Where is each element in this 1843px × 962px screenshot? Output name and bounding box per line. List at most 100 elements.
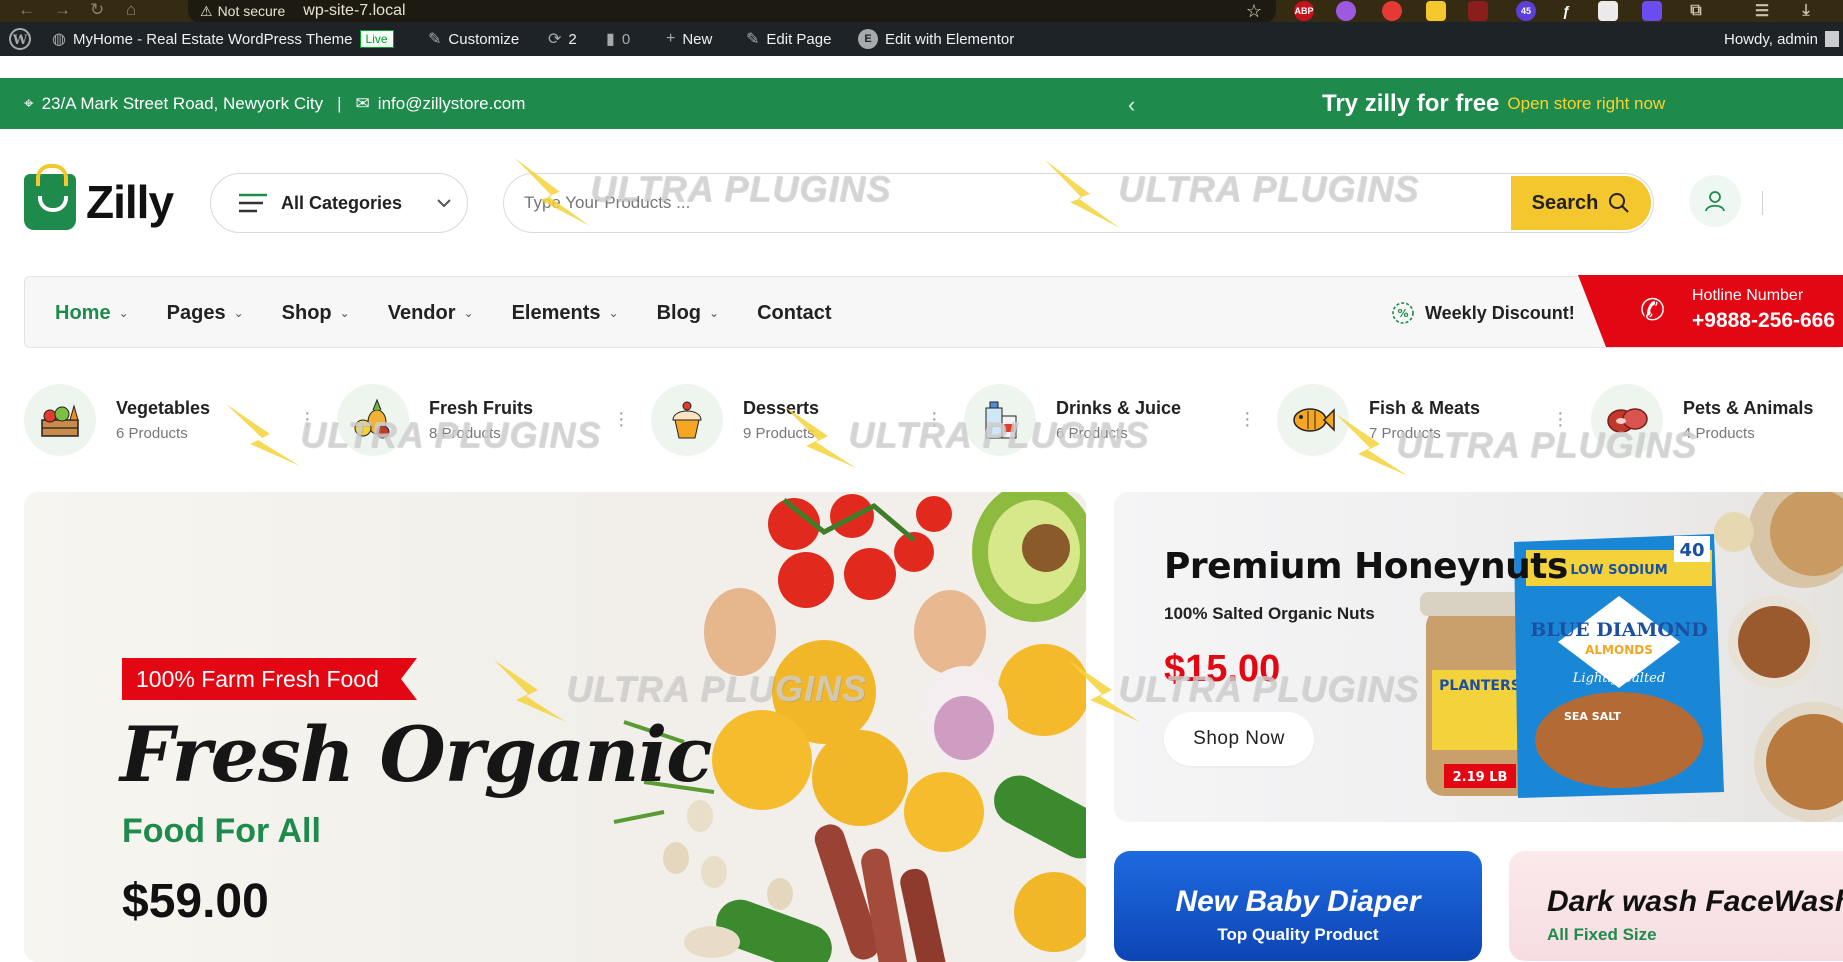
wp-logo-menu[interactable]: W (8, 22, 32, 56)
url-text[interactable]: wp-site-7.local (303, 2, 405, 20)
address-text: 23/A Mark Street Road, Newyork City (41, 93, 324, 113)
user-icon (1705, 191, 1725, 212)
avatar (1824, 31, 1839, 47)
mail-icon: ✉ (355, 93, 370, 113)
search-icon (1609, 193, 1630, 213)
main-navigation: Home ⌄ Pages ⌄ Shop ⌄ Vendor ⌄ Elements ⌄ Blo… (24, 276, 1843, 348)
wp-account[interactable]: Howdy, admin (1724, 22, 1839, 56)
extension-icon[interactable] (1336, 1, 1356, 21)
wp-site-menu[interactable]: ◍ MyHome - Real Estate WordPress Theme L… (52, 22, 394, 56)
download-icon[interactable]: ⤓ (1796, 1, 1816, 21)
svg-text:40: 40 (1679, 540, 1704, 561)
promo-honeynuts[interactable]: PLANTERS 2.19 LB LOW SODIUM 40 BLUE DIAM… (1114, 492, 1843, 822)
chevron-down-icon: ⌄ (463, 306, 474, 320)
discount-badge-icon: % (1392, 302, 1414, 324)
header-divider (1762, 191, 1763, 215)
hero-subtitle: Food For All (122, 812, 321, 850)
vegetable-crate-icon (24, 384, 96, 456)
chevron-down-icon (437, 199, 451, 208)
nav-shop[interactable]: Shop ⌄ (282, 302, 350, 325)
hotline-box[interactable]: ✆ Hotline Number +9888-256-666 (1578, 275, 1843, 347)
category-vegetables[interactable]: Vegetables 6 Products (24, 384, 210, 456)
formula-extension-icon[interactable]: ƒ (1556, 1, 1576, 21)
search-button[interactable]: Search (1511, 176, 1651, 230)
chevron-down-icon: ⌄ (118, 306, 129, 320)
promo-baby-diaper[interactable]: New Baby Diaper Top Quality Product (1114, 851, 1482, 961)
nav-contact[interactable]: Contact (757, 302, 831, 325)
promo-facewash[interactable]: Dark wash FaceWash All Fixed Size (1509, 851, 1843, 961)
category-fresh-fruits[interactable]: Fresh Fruits 8 Products (337, 384, 533, 456)
site-logo[interactable]: Zilly (24, 164, 174, 230)
search-input[interactable] (524, 193, 1424, 213)
phone-icon: ✆ (1640, 294, 1666, 327)
brush-icon: ✎ (428, 31, 442, 48)
separator: · · · (618, 402, 625, 436)
separator: · · · (304, 402, 311, 436)
juice-bottle-icon (964, 384, 1036, 456)
wp-customize[interactable]: ✎ Customize (428, 22, 519, 56)
promo-subtitle: All Fixed Size (1547, 925, 1657, 944)
svg-text:PLANTERS: PLANTERS (1439, 678, 1521, 694)
hero-price: $59.00 (122, 875, 269, 928)
promo-title: Dark wash FaceWash (1547, 885, 1843, 918)
nav-home[interactable]: Home ⌄ (55, 302, 129, 325)
reading-list-icon[interactable]: ☰ (1752, 1, 1772, 21)
promo-title: New Baby Diaper (1175, 885, 1421, 918)
nav-vendor[interactable]: Vendor ⌄ (388, 302, 474, 325)
chevron-down-icon: ⌄ (339, 306, 350, 320)
extension-icon-2[interactable] (1598, 1, 1618, 21)
wp-comments[interactable]: ▮ 0 (606, 22, 630, 56)
chevron-down-icon: ⌄ (709, 306, 720, 320)
account-button[interactable] (1689, 175, 1741, 227)
plus-icon: + (666, 30, 676, 47)
forward-icon[interactable]: → (54, 0, 71, 20)
category-drinks-juice[interactable]: Drinks & Juice 6 Products (964, 384, 1181, 456)
home-icon[interactable]: ⌂ (126, 0, 136, 20)
security-indicator[interactable]: ⚠ Not secure (200, 3, 285, 20)
promo-price: $15.00 (1164, 648, 1281, 690)
extension-icon-3[interactable] (1642, 1, 1662, 21)
back-icon[interactable]: ← (18, 0, 35, 20)
top-info-strip: ⌖ 23/A Mark Street Road, Newyork City | … (0, 78, 1843, 129)
pokeball-extension-icon[interactable] (1382, 1, 1402, 21)
wp-edit-page[interactable]: ✎ Edit Page (746, 22, 831, 56)
shopping-bag-icon (24, 164, 76, 230)
svg-text:ALMONDS: ALMONDS (1585, 643, 1653, 657)
svg-text:LOW SODIUM: LOW SODIUM (1570, 563, 1667, 578)
nav-pages[interactable]: Pages ⌄ (167, 302, 244, 325)
hero-banner[interactable]: 100% Farm Fresh Food Fresh Organic Food … (24, 492, 1086, 962)
svg-text:%: % (1397, 307, 1408, 320)
carousel-prev-icon[interactable]: ‹ (1128, 92, 1135, 118)
svg-text:2.19 LB: 2.19 LB (1453, 770, 1508, 785)
separator: · · · (1244, 402, 1251, 436)
wp-new[interactable]: + New (666, 22, 712, 56)
seo-extension-icon[interactable] (1468, 1, 1488, 21)
open-store-link[interactable]: Open store right now (1507, 94, 1665, 114)
nav-blog[interactable]: Blog ⌄ (657, 302, 720, 325)
shop-now-button[interactable]: Shop Now (1164, 712, 1314, 766)
wp-updates[interactable]: ⟳ 2 (548, 22, 577, 56)
live-badge: Live (359, 30, 394, 48)
notes-extension-icon[interactable] (1426, 1, 1446, 21)
address-bar[interactable]: ⚠ Not secure wp-site-7.local ☆ (188, 0, 1276, 24)
hero-tag: 100% Farm Fresh Food (122, 658, 417, 700)
adblock-extension-icon[interactable]: ABP (1294, 1, 1314, 21)
promo-ticker: Try zilly for free Open store right now (1322, 89, 1666, 117)
location-pin-icon: ⌖ (24, 93, 34, 113)
all-categories-dropdown[interactable]: All Categories (210, 173, 468, 233)
elementor-icon: E (858, 29, 878, 49)
pencil-icon: ✎ (746, 31, 760, 48)
bookmark-star-icon[interactable]: ☆ (1246, 1, 1262, 22)
nav-elements[interactable]: Elements ⌄ (512, 302, 619, 325)
weekly-discount-link[interactable]: % Weekly Discount! (1391, 277, 1575, 349)
product-search: Search (503, 173, 1654, 233)
badge-extension-icon[interactable]: 45 (1516, 1, 1536, 21)
category-desserts[interactable]: Desserts 9 Products (651, 384, 819, 456)
category-fish-meats[interactable]: Fish & Meats 7 Products (1277, 384, 1480, 456)
wp-edit-elementor[interactable]: E Edit with Elementor (858, 22, 1014, 56)
category-pets-animals[interactable]: Pets & Animals 4 Products (1591, 384, 1813, 456)
reload-icon[interactable]: ↻ (90, 0, 104, 20)
svg-text:BLUE DIAMOND: BLUE DIAMOND (1530, 619, 1708, 641)
email-link[interactable]: info@zillystore.com (378, 94, 526, 114)
extensions-puzzle-icon[interactable]: ⧉ (1686, 1, 1706, 21)
